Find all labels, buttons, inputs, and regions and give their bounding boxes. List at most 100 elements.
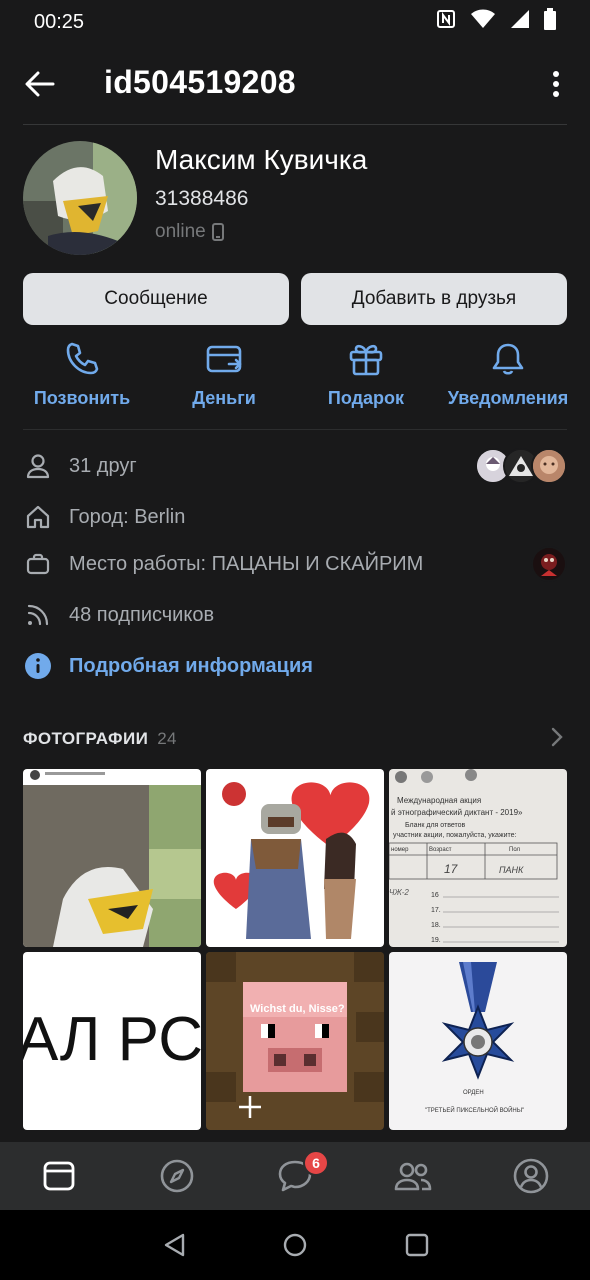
home-icon: [23, 502, 53, 532]
news-feed-icon: [43, 1161, 75, 1191]
system-back-button[interactable]: [162, 1232, 188, 1258]
tile3-val1: 17: [444, 862, 459, 876]
message-button[interactable]: Сообщение: [23, 273, 289, 325]
photo-tile[interactable]: [23, 769, 201, 947]
chevron-right-icon: [551, 727, 563, 752]
nav-profile[interactable]: [511, 1156, 551, 1196]
photo-tile[interactable]: Международная акция й этнографический ди…: [389, 769, 567, 947]
more-vertical-icon: [553, 71, 559, 97]
gift-action[interactable]: Подарок: [325, 340, 407, 409]
system-home-button[interactable]: [282, 1232, 308, 1258]
add-friend-button[interactable]: Добавить в друзья: [301, 273, 567, 325]
system-recents-button[interactable]: [404, 1232, 430, 1258]
notifications-label: Уведомления: [447, 388, 569, 408]
user-icon: [23, 451, 53, 481]
arrow-left-icon: [25, 71, 55, 97]
tile3-prompt: участник акции, пожалуйста, укажите:: [393, 831, 517, 839]
money-label: Деньги: [192, 388, 256, 408]
details-row[interactable]: Подробная информация: [23, 646, 567, 686]
nav-messages[interactable]: 6: [275, 1150, 329, 1196]
action-bar: Позвонить Деньги Подарок Уведомления: [0, 340, 590, 416]
money-action[interactable]: Деньги: [186, 340, 262, 409]
photo-tile[interactable]: ОРДЕН "ТРЕТЬЕЙ ПИКСЕЛЬНОЙ ВОЙНЫ": [389, 952, 567, 1130]
friends-count: 31 друг: [69, 454, 137, 477]
nav-friends[interactable]: [393, 1156, 433, 1196]
work-text: Место работы: ПАЦАНЫ И СКАЙРИМ: [69, 552, 424, 575]
city-row: Город: Berlin: [23, 497, 567, 537]
details-link: Подробная информация: [69, 654, 313, 677]
tile3-row-a: 16: [431, 892, 439, 899]
friend-avatars[interactable]: [475, 448, 567, 484]
gift-label: Подарок: [327, 388, 405, 408]
tile3-form: Бланк для ответов: [405, 822, 466, 829]
status-bar: 00:25: [0, 0, 590, 44]
photo-tile[interactable]: АЛ РС: [23, 952, 201, 1130]
call-label: Позвонить: [33, 388, 131, 408]
nav-news[interactable]: [39, 1156, 79, 1196]
messages-badge: 6: [303, 1150, 329, 1176]
friend-avatar: [531, 448, 567, 484]
tile3-col2: Возраст: [429, 847, 452, 853]
money-icon: [206, 345, 242, 373]
tile3-val2: ПАНК: [499, 865, 524, 875]
work-row[interactable]: Место работы: ПАЦАНЫ И СКАЙРИМ: [23, 544, 567, 584]
page-title: id504519208: [104, 64, 296, 100]
online-status: online: [155, 221, 224, 243]
wifi-icon: [470, 9, 496, 35]
header-divider: [23, 124, 567, 125]
bottom-nav: 6: [0, 1142, 590, 1210]
followers-count: 48 подписчиков: [69, 603, 215, 626]
back-button[interactable]: [22, 66, 58, 102]
nfc-icon: [436, 9, 456, 35]
tile3-subtitle: й этнографический диктант - 2019»: [391, 808, 523, 817]
work-avatar[interactable]: [531, 546, 567, 582]
profile-icon: [513, 1158, 549, 1194]
battery-icon: [544, 8, 556, 36]
tile3-title: Международная акция: [397, 796, 481, 805]
tile0-text: АЛ РС: [23, 1005, 201, 1074]
info-icon: [23, 651, 53, 681]
circle-home-icon: [283, 1233, 307, 1257]
square-recents-icon: [405, 1233, 429, 1257]
app-header: id504519208: [0, 56, 590, 112]
tile3-col3: Пол: [509, 847, 521, 853]
notifications-action[interactable]: Уведомления: [447, 340, 569, 409]
tile3-row-d: 19.: [431, 937, 441, 944]
more-options-button[interactable]: [544, 66, 568, 102]
gift-icon: [349, 344, 383, 376]
triangle-back-icon: [164, 1233, 185, 1257]
tile3-row-b: 17.: [431, 907, 441, 914]
photos-header[interactable]: ФОТОГРАФИИ 24: [23, 727, 567, 751]
actions-divider: [23, 429, 567, 430]
followers-row[interactable]: 48 подписчиков: [23, 595, 567, 635]
photo-tile[interactable]: [206, 769, 384, 947]
photo-tile[interactable]: Wichst du, Nisse?: [206, 952, 384, 1130]
online-label: online: [155, 221, 206, 242]
compass-icon: [160, 1159, 194, 1193]
phone-icon: [66, 342, 99, 375]
signal-icon: [510, 9, 530, 35]
bell-icon: [492, 343, 524, 375]
rss-icon: [23, 600, 53, 630]
nav-discover[interactable]: [157, 1156, 197, 1196]
call-action[interactable]: Позвонить: [34, 340, 130, 409]
tile3-val3: ЧЖ-2: [389, 888, 409, 897]
photos-count: 24: [157, 729, 177, 748]
tile3-row-c: 18.: [431, 922, 441, 929]
tile3-col1: номер: [391, 847, 409, 853]
avatar[interactable]: [23, 141, 137, 255]
city-text: Город: Berlin: [69, 505, 186, 528]
friends-icon: [394, 1162, 432, 1191]
photos-title: ФОТОГРАФИИ: [23, 729, 149, 748]
status-icons: [436, 8, 556, 36]
group-avatar: [531, 546, 567, 582]
profile-name: Максим Кувичка: [155, 144, 368, 175]
status-time: 00:25: [34, 10, 85, 33]
tile5-label1: ОРДЕН: [463, 1090, 484, 1096]
briefcase-icon: [23, 549, 53, 579]
tile2-caption: Wichst du, Nisse?: [250, 1003, 345, 1015]
tile5-label2: "ТРЕТЬЕЙ ПИКСЕЛЬНОЙ ВОЙНЫ": [425, 1106, 524, 1114]
system-nav: [0, 1210, 590, 1280]
mobile-icon: [211, 223, 224, 241]
friends-row[interactable]: 31 друг: [23, 446, 567, 486]
